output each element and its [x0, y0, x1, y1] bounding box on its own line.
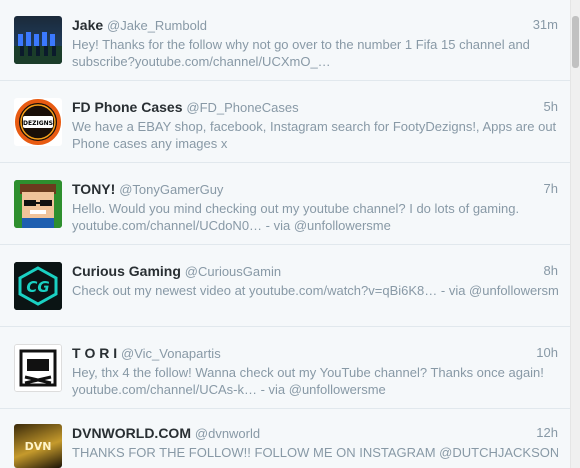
dvnworld-logo-icon: DVN: [25, 440, 52, 453]
tweet-content: DVNWORLD.COM @dvnworld THANKS FOR THE FO…: [72, 424, 558, 461]
tweet-text: We have a EBAY shop, facebook, Instagram…: [72, 118, 558, 152]
tweet-timestamp[interactable]: 7h: [544, 180, 558, 198]
tweet-timestamp[interactable]: 8h: [544, 262, 558, 280]
tweet-timestamp[interactable]: 31m: [533, 16, 558, 34]
tweet-content: Curious Gaming @CuriousGamin Check out m…: [72, 262, 558, 299]
tweet-author-handle[interactable]: @TonyGamerGuy: [119, 182, 223, 197]
vertical-scrollbar[interactable]: [570, 0, 580, 468]
tweet-author-name[interactable]: DVNWORLD.COM: [72, 425, 191, 441]
avatar-logo-text: DVN: [25, 440, 52, 453]
avatar[interactable]: CG: [14, 262, 62, 310]
tweet-text-line-1: We have a EBAY shop, facebook, Instagram…: [72, 119, 558, 134]
tweet-author-handle[interactable]: @dvnworld: [195, 426, 260, 441]
tweet-text: Hello. Would you mind checking out my yo…: [72, 200, 558, 234]
tweet-feed: Jake @Jake_Rumbold Hey! Thanks for the f…: [0, 0, 571, 468]
avatar[interactable]: [14, 344, 62, 392]
scrollbar-thumb[interactable]: [572, 16, 579, 68]
pixel-character-avatar-icon: [14, 180, 62, 228]
avatar[interactable]: DEZIGNS: [14, 98, 62, 146]
tweet-row[interactable]: DVN DVNWORLD.COM @dvnworld THANKS FOR TH…: [0, 410, 570, 468]
tweet-timestamp[interactable]: 5h: [544, 98, 558, 116]
tori-logo-icon: [15, 345, 61, 391]
tweet-content: FD Phone Cases @FD_PhoneCases We have a …: [72, 98, 558, 152]
tweet-row[interactable]: Jake @Jake_Rumbold Hey! Thanks for the f…: [0, 0, 570, 81]
tweet-author-name[interactable]: Jake: [72, 17, 103, 33]
soccer-team-avatar-icon: [14, 32, 62, 64]
tweet-row[interactable]: CG Curious Gaming @CuriousGamin Check ou…: [0, 246, 570, 327]
tweet-author-name[interactable]: FD Phone Cases: [72, 99, 182, 115]
tweet-content: Jake @Jake_Rumbold Hey! Thanks for the f…: [72, 16, 558, 70]
tweet-text-line-2: Phone cases any images x: [72, 136, 228, 151]
twitter-notifications-window: Jake @Jake_Rumbold Hey! Thanks for the f…: [0, 0, 580, 468]
tweet-text-line-2: subscribe?youtube.com/channel/UCXmO_…: [72, 54, 331, 69]
tweet-text-line-1: THANKS FOR THE FOLLOW!! FOLLOW ME ON INS…: [72, 445, 558, 460]
tweet-text-line-1: Hello. Would you mind checking out my yo…: [72, 201, 520, 216]
tweet-timestamp[interactable]: 12h: [536, 424, 558, 442]
tweet-author-handle[interactable]: @Vic_Vonapartis: [121, 346, 221, 361]
tweet-text: THANKS FOR THE FOLLOW!! FOLLOW ME ON INS…: [72, 444, 558, 461]
tweet-row[interactable]: DEZIGNS FD Phone Cases @FD_PhoneCases We…: [0, 82, 570, 163]
tweet-text-line-1: Hey! Thanks for the follow why not go ov…: [72, 37, 530, 52]
tweet-content: T O R I @Vic_Vonapartis Hey, thx 4 the f…: [72, 344, 558, 398]
tweet-row[interactable]: T O R I @Vic_Vonapartis Hey, thx 4 the f…: [0, 328, 570, 409]
tweet-author-name[interactable]: Curious Gaming: [72, 263, 181, 279]
tweet-text: Hey! Thanks for the follow why not go ov…: [72, 36, 558, 70]
tweet-row[interactable]: TONY! @TonyGamerGuy Hello. Would you min…: [0, 164, 570, 245]
footy-dezigns-logo-icon: DEZIGNS: [15, 99, 61, 145]
avatar-logo-text: DEZIGNS: [23, 120, 53, 127]
tweet-text: Check out my newest video at youtube.com…: [72, 282, 558, 299]
tweet-author-name[interactable]: T O R I: [72, 345, 117, 361]
tweet-author-handle[interactable]: @CuriousGamin: [185, 264, 281, 279]
tweet-author-handle[interactable]: @Jake_Rumbold: [107, 18, 207, 33]
tweet-timestamp[interactable]: 10h: [536, 344, 558, 362]
curious-gaming-logo-icon: CG: [14, 262, 62, 310]
tweet-text-line-1: Check out my newest video at youtube.com…: [72, 283, 558, 298]
tweet-text-line-1: Hey, thx 4 the follow! Wanna check out m…: [72, 365, 544, 380]
avatar[interactable]: [14, 180, 62, 228]
tweet-content: TONY! @TonyGamerGuy Hello. Would you min…: [72, 180, 558, 234]
tweet-author-name[interactable]: TONY!: [72, 181, 115, 197]
tweet-text-line-2: youtube.com/channel/UCdoN0… - via @unfol…: [72, 218, 391, 233]
avatar[interactable]: DVN: [14, 424, 62, 468]
avatar-logo-text: CG: [26, 278, 49, 296]
tweet-author-handle[interactable]: @FD_PhoneCases: [186, 100, 298, 115]
avatar[interactable]: [14, 16, 62, 64]
tweet-text: Hey, thx 4 the follow! Wanna check out m…: [72, 364, 558, 398]
tweet-text-line-2: youtube.com/channel/UCAs-k… - via @unfol…: [72, 382, 386, 397]
